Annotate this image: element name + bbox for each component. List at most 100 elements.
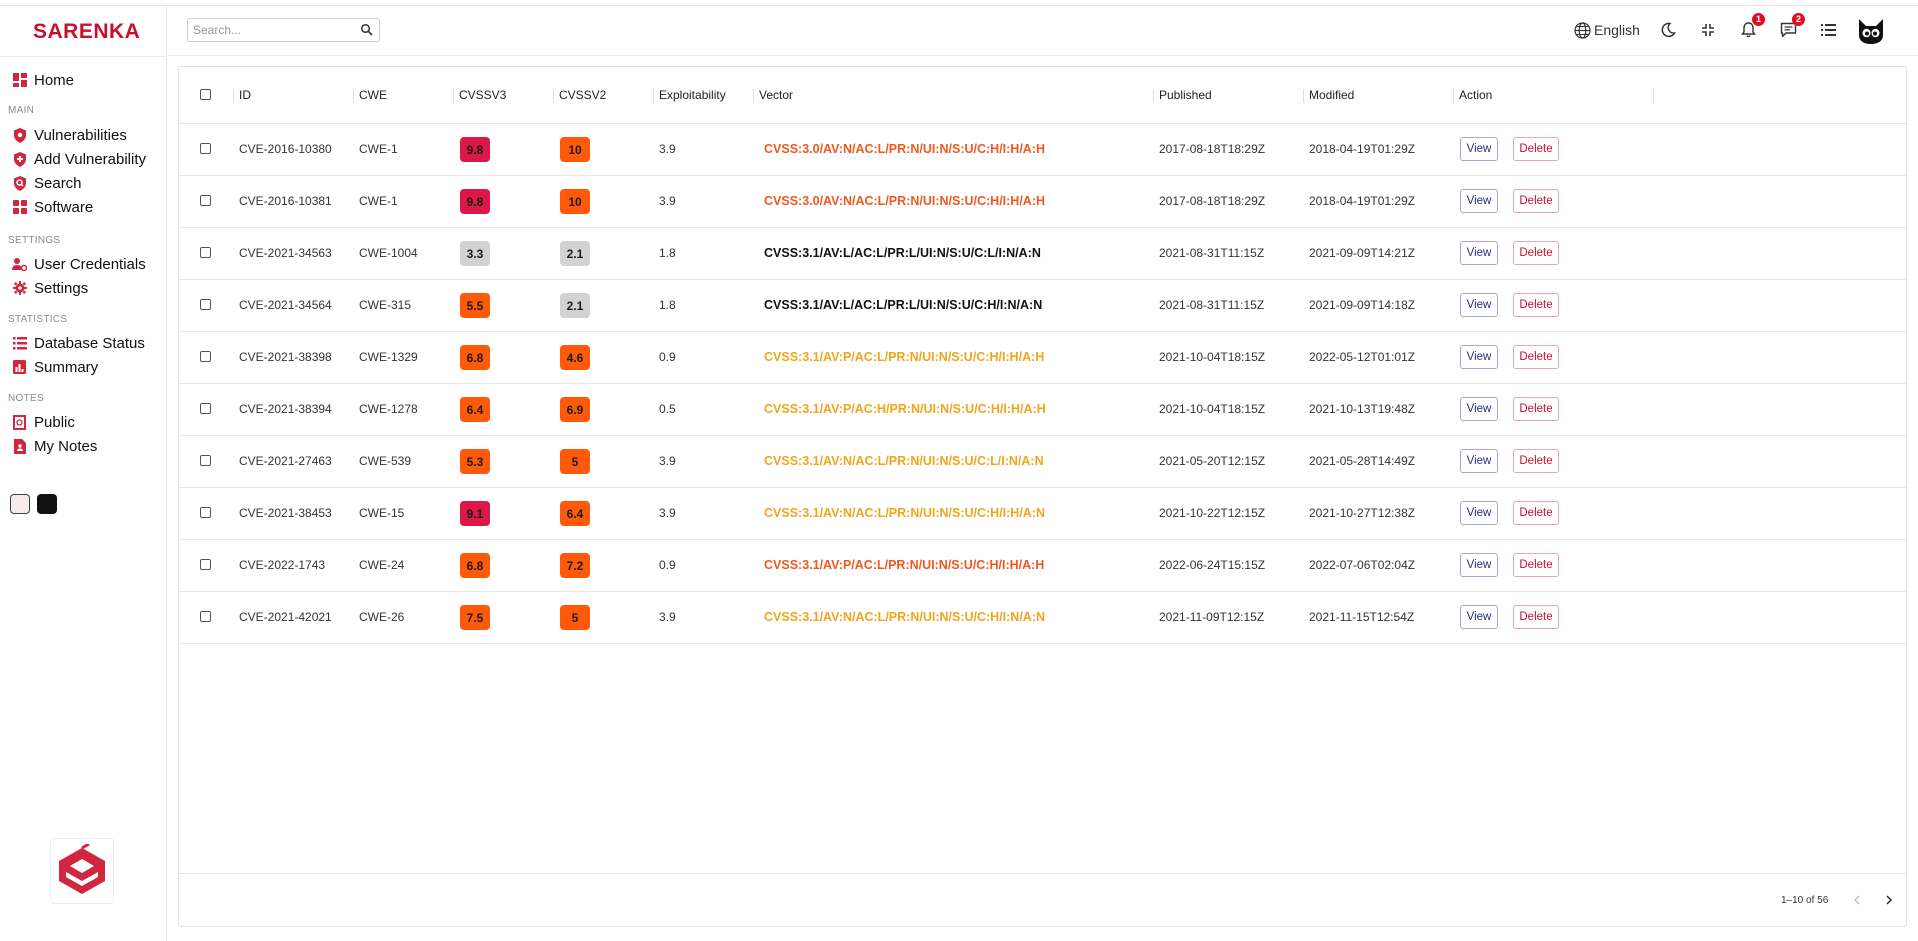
published-date: 2017-08-18T18:29Z <box>1159 194 1266 208</box>
sidebar-item-user-credentials[interactable]: User Credentials <box>12 253 146 275</box>
modified-date: 2021-10-13T19:48Z <box>1309 402 1416 416</box>
column-header-cwe[interactable]: CWE <box>359 88 387 102</box>
column-separator[interactable] <box>553 89 554 103</box>
row-checkbox[interactable] <box>200 559 211 570</box>
view-button[interactable]: View <box>1460 449 1498 473</box>
delete-button[interactable]: Delete <box>1513 605 1559 629</box>
sidebar-item-label: Home <box>34 71 75 89</box>
row-checkbox[interactable] <box>200 403 211 414</box>
theme-swatch-light[interactable] <box>10 494 30 514</box>
table-row[interactable]: CVE-2016-10380 CWE-1 9.8 10 3.9 CVSS:3.0/AV:N… <box>179 124 1906 176</box>
sidebar-item-public[interactable]: Public <box>12 411 75 433</box>
column-separator[interactable] <box>653 89 654 103</box>
column-separator[interactable] <box>353 89 354 103</box>
row-checkbox[interactable] <box>200 247 211 258</box>
published-date: 2021-11-09T12:15Z <box>1159 610 1265 624</box>
cve-id: CVE-2021-42021 <box>239 610 332 624</box>
sidebar-item-settings[interactable]: Settings <box>12 277 88 299</box>
dark-mode-toggle[interactable] <box>1657 19 1679 41</box>
delete-button[interactable]: Delete <box>1513 449 1559 473</box>
row-checkbox[interactable] <box>200 611 211 622</box>
column-header-published[interactable]: Published <box>1159 88 1212 102</box>
modified-date: 2021-09-09T14:21Z <box>1309 246 1416 260</box>
theme-swatch-dark[interactable] <box>37 494 57 514</box>
table-row[interactable]: CVE-2021-34563 CWE-1004 3.3 2.1 1.8 CVSS:3.1/… <box>179 228 1906 280</box>
column-header-exploitability[interactable]: Exploitability <box>659 88 726 102</box>
chevron-right-icon <box>1886 895 1892 905</box>
sidebar-item-database-status[interactable]: Database Status <box>12 332 145 354</box>
column-separator[interactable] <box>1303 89 1304 103</box>
delete-button[interactable]: Delete <box>1513 397 1559 421</box>
table-row[interactable]: CVE-2021-38398 CWE-1329 6.8 4.6 0.9 CVSS:3.1/… <box>179 332 1906 384</box>
cve-id: CVE-2021-34564 <box>239 298 332 312</box>
row-checkbox[interactable] <box>200 455 211 466</box>
previous-page-button[interactable] <box>1848 891 1866 909</box>
language-selector[interactable]: English <box>1574 17 1640 43</box>
sidebar-item-home[interactable]: Home <box>12 69 74 91</box>
row-checkbox[interactable] <box>200 143 211 154</box>
view-button[interactable]: View <box>1460 137 1498 161</box>
row-checkbox[interactable] <box>200 195 211 206</box>
table-row[interactable]: CVE-2022-1743 CWE-24 6.8 7.2 0.9 CVSS:3.1/AV:… <box>179 540 1906 592</box>
delete-button[interactable]: Delete <box>1513 293 1559 317</box>
column-header-id[interactable]: ID <box>239 88 251 102</box>
search-input[interactable] <box>188 19 353 41</box>
cvssv2-score-badge: 10 <box>560 137 590 162</box>
column-header-action[interactable]: Action <box>1459 88 1492 102</box>
view-button[interactable]: View <box>1460 293 1498 317</box>
delete-button[interactable]: Delete <box>1513 553 1559 577</box>
column-header-vector[interactable]: Vector <box>759 88 793 102</box>
next-page-button[interactable] <box>1880 891 1898 909</box>
brand-logo-text[interactable]: SARENKA <box>33 20 140 44</box>
view-button[interactable]: View <box>1460 241 1498 265</box>
sidebar-item-summary[interactable]: Summary <box>12 356 98 378</box>
cvssv3-score-badge: 7.5 <box>460 605 490 630</box>
sidebar-item-my-notes[interactable]: My Notes <box>12 435 97 457</box>
row-checkbox[interactable] <box>200 351 211 362</box>
search-icon[interactable] <box>360 23 373 41</box>
column-header-cvssv2[interactable]: CVSSV2 <box>559 88 606 102</box>
column-separator[interactable] <box>233 89 234 103</box>
delete-button[interactable]: Delete <box>1513 189 1559 213</box>
notifications-button[interactable]: 1 <box>1737 13 1765 41</box>
column-separator[interactable] <box>1153 89 1154 103</box>
table-row[interactable]: CVE-2016-10381 CWE-1 9.8 10 3.9 CVSS:3.0/AV:N… <box>179 176 1906 228</box>
modified-date: 2018-04-19T01:29Z <box>1309 194 1416 208</box>
row-checkbox[interactable] <box>200 507 211 518</box>
view-button[interactable]: View <box>1460 345 1498 369</box>
column-header-modified[interactable]: Modified <box>1309 88 1354 102</box>
sidebar-item-search[interactable]: Search <box>12 172 82 194</box>
table-row[interactable]: CVE-2021-27463 CWE-539 5.3 5 3.9 CVSS:3.1/AV:… <box>179 436 1906 488</box>
delete-button[interactable]: Delete <box>1513 501 1559 525</box>
column-separator[interactable] <box>1453 89 1454 103</box>
fullscreen-exit-button[interactable] <box>1697 19 1719 41</box>
sidebar-item-vulnerabilities[interactable]: Vulnerabilities <box>12 124 127 146</box>
view-button[interactable]: View <box>1460 553 1498 577</box>
sidebar-item-label: Add Vulnerability <box>34 150 147 168</box>
column-separator[interactable] <box>453 89 454 103</box>
table-row[interactable]: CVE-2021-38453 CWE-15 9.1 6.4 3.9 CVSS:3.1/AV… <box>179 488 1906 540</box>
table-row[interactable]: CVE-2021-38394 CWE-1278 6.4 6.9 0.5 CVSS:3.1/… <box>179 384 1906 436</box>
column-separator[interactable] <box>1653 89 1654 103</box>
delete-button[interactable]: Delete <box>1513 241 1559 265</box>
row-checkbox[interactable] <box>200 299 211 310</box>
view-button[interactable]: View <box>1460 189 1498 213</box>
view-button[interactable]: View <box>1460 501 1498 525</box>
view-button[interactable]: View <box>1460 605 1498 629</box>
user-avatar[interactable] <box>1856 16 1886 46</box>
list-view-button[interactable] <box>1817 19 1839 41</box>
delete-button[interactable]: Delete <box>1513 137 1559 161</box>
column-header-cvssv3[interactable]: CVSSV3 <box>459 88 506 102</box>
list-icon <box>1820 24 1836 36</box>
table-row[interactable]: CVE-2021-34564 CWE-315 5.5 2.1 1.8 CVSS:3.1/A… <box>179 280 1906 332</box>
select-all-checkbox[interactable] <box>200 89 211 100</box>
sidebar-item-software[interactable]: Software <box>12 196 93 218</box>
view-button[interactable]: View <box>1460 397 1498 421</box>
sidebar-item-add-vulnerability[interactable]: Add Vulnerability <box>12 148 146 170</box>
messages-button[interactable]: 2 <box>1777 13 1805 41</box>
table-row[interactable]: CVE-2021-42021 CWE-26 7.5 5 3.9 CVSS:3.1/AV:N… <box>179 592 1906 644</box>
exploitability-score: 3.9 <box>659 142 676 156</box>
column-separator[interactable] <box>753 89 754 103</box>
published-date: 2021-08-31T11:15Z <box>1159 246 1265 260</box>
delete-button[interactable]: Delete <box>1513 345 1559 369</box>
